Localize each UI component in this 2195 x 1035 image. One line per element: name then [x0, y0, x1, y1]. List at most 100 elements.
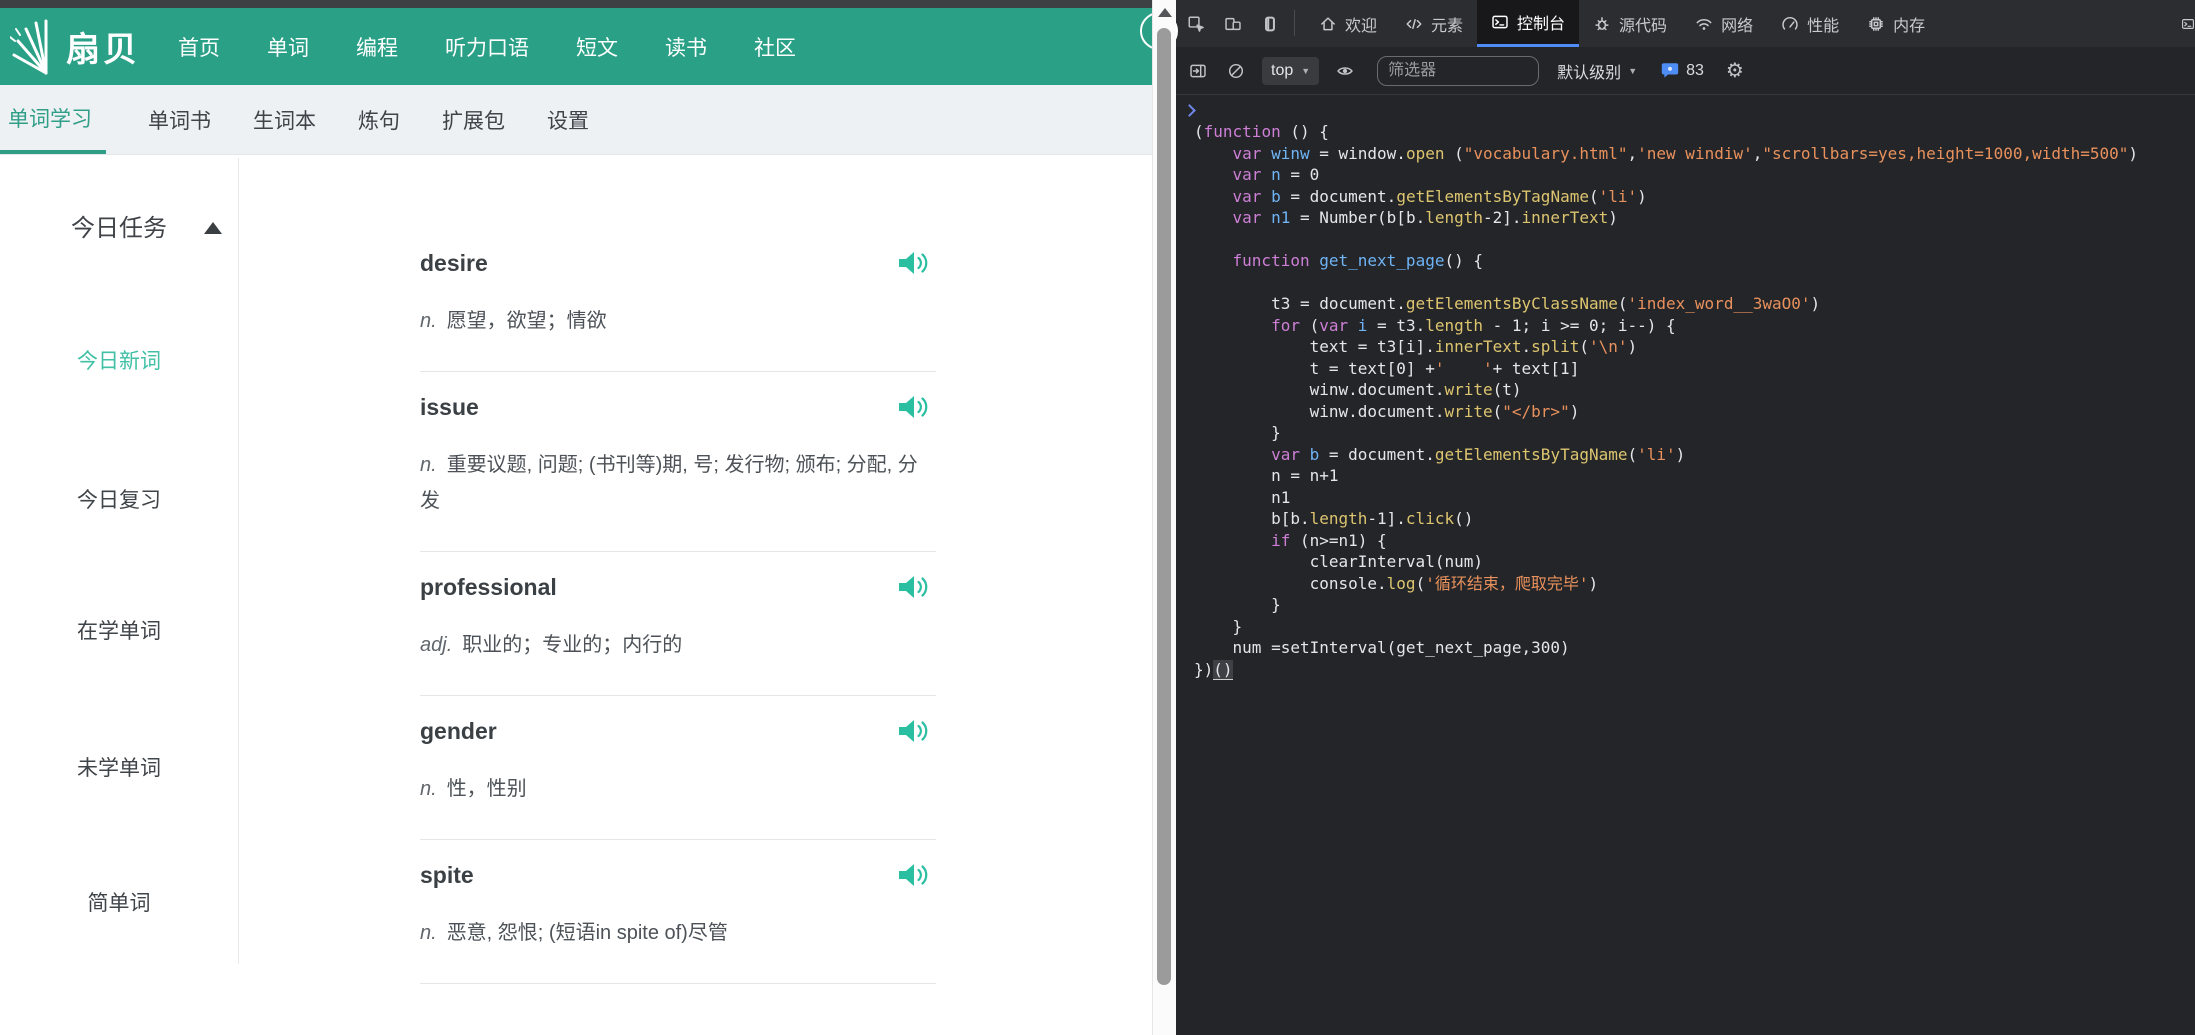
- word-row: professional adj. 职业的；专业的；内行的: [420, 552, 936, 696]
- word-pos: n.: [420, 310, 437, 332]
- sidebar-title-text: 今日任务: [71, 215, 167, 242]
- settings-gear-icon[interactable]: ⚙: [1726, 58, 1744, 83]
- inspect-icon[interactable]: [1184, 12, 1208, 36]
- word-row: issue n. 重要议题, 问题; (书刊等)期, 号; 发行物; 颁布; 分配,…: [420, 372, 936, 552]
- word-definition: 重要议题, 问题; (书刊等)期, 号; 发行物; 颁布; 分配, 分发: [420, 454, 918, 512]
- console-code-line: })(): [1194, 659, 1233, 680]
- sidebar-item[interactable]: 今日复习: [0, 484, 238, 514]
- message-count: 83: [1686, 61, 1704, 79]
- console-filter-input[interactable]: [1377, 55, 1540, 86]
- speaker-icon[interactable]: [897, 574, 930, 605]
- word-row: spite n. 恶意, 怨恨; (短语in spite of)尽管: [420, 840, 936, 984]
- console-code-line: var winw = window.open ("vocabulary.html…: [1232, 143, 2139, 163]
- console-code-line: (function () {: [1194, 122, 1329, 141]
- console-code-line: num =setInterval(get_next_page,300): [1194, 638, 1570, 657]
- devtools-tab-sources[interactable]: 源代码: [1579, 0, 1681, 47]
- word-row: desire n. 愿望，欲望；情欲: [420, 250, 936, 372]
- main-nav: 扇贝 首页 单词 编程 听力口语 短文 读书 社区: [0, 8, 1178, 85]
- word-definition: 愿望，欲望；情欲: [446, 310, 607, 332]
- speaker-icon[interactable]: [897, 862, 930, 893]
- console-code-line: }: [1194, 616, 1243, 636]
- console-code-line: n1: [1194, 487, 1291, 507]
- sub-nav-item[interactable]: 扩展包: [442, 85, 505, 154]
- console-code-line: console.log('循环结束，爬取完毕'): [1194, 573, 1599, 593]
- screencast-icon[interactable]: [1258, 12, 1282, 36]
- context-selector[interactable]: top ▼: [1262, 56, 1320, 85]
- word-row: gender n. 性，性别: [420, 696, 936, 840]
- main-nav-item[interactable]: 短文: [576, 32, 618, 62]
- devtools-tab-elements[interactable]: 元素: [1391, 0, 1477, 47]
- console-icon: [1491, 13, 1509, 31]
- network-icon: [1695, 15, 1713, 33]
- devices-icon[interactable]: [1221, 12, 1245, 36]
- log-level-selector[interactable]: 默认级别 ▼: [1557, 59, 1637, 83]
- main-nav-item[interactable]: 单词: [267, 32, 309, 62]
- sidebar-item[interactable]: 简单词: [0, 887, 238, 917]
- toolbar-separator: [1294, 10, 1295, 36]
- caret-up-icon[interactable]: [204, 222, 222, 234]
- console-code-line: winw.document.write(t): [1194, 380, 1522, 399]
- sub-nav-item[interactable]: 单词学习: [0, 85, 106, 154]
- sidebar-item[interactable]: 今日新词: [0, 345, 238, 375]
- scroll-up-arrow-icon[interactable]: [1158, 8, 1172, 17]
- main-nav-item[interactable]: 首页: [178, 32, 220, 62]
- console-toolbar: top ▼ 默认级别 ▼ 83 ⚙: [1176, 47, 2195, 95]
- tab-label: 性能: [1807, 17, 1840, 35]
- word-text: professional: [420, 574, 557, 600]
- devtools-panel: 欢迎 元素 控制台 源代码 网络 性能 内存 top ▼ 默认级别 ▼ 83 ⚙ (func…: [1176, 0, 2195, 1035]
- main-nav-item[interactable]: 社区: [754, 32, 796, 62]
- word-definition: 性，性别: [446, 778, 527, 800]
- speaker-icon[interactable]: [897, 718, 930, 749]
- devtools-left-icons: [1184, 0, 1282, 47]
- context-value: top: [1271, 61, 1294, 79]
- prompt-chevron-icon: [1183, 104, 1196, 117]
- sub-nav-item[interactable]: 生词本: [253, 85, 316, 154]
- sidebar-item[interactable]: 在学单词: [0, 615, 238, 645]
- screenshot-root: 扇贝 首页 单词 编程 听力口语 短文 读书 社区 单词学习 单词书 生词本 炼句 扩展包 设置 今日…: [0, 0, 2195, 1035]
- tab-label: 源代码: [1619, 17, 1668, 35]
- messages-bubble-icon[interactable]: [1661, 62, 1679, 79]
- devtools-tab-performance[interactable]: 性能: [1767, 0, 1853, 47]
- console-output: (function () { var winw = window.open ("…: [1176, 95, 2195, 1035]
- live-expression-eye-icon[interactable]: [1333, 59, 1357, 83]
- devtools-tabbar: 欢迎 元素 控制台 源代码 网络 性能 内存: [1176, 0, 2195, 47]
- speaker-icon[interactable]: [897, 394, 930, 425]
- tab-label: 元素: [1431, 17, 1464, 35]
- browser-edge-strip: [0, 0, 1152, 8]
- word-text: spite: [420, 862, 474, 888]
- console-code-line: b[b.length-1].click(): [1194, 509, 1474, 528]
- sub-nav: 单词学习 单词书 生词本 炼句 扩展包 设置: [0, 85, 1152, 155]
- console-code-line: [1194, 229, 2138, 251]
- sub-nav-item[interactable]: 设置: [547, 85, 589, 154]
- console-code-line: var b = document.getElementsByTagName('l…: [1232, 186, 1647, 206]
- scrollbar-thumb[interactable]: [1157, 28, 1171, 985]
- main-nav-item[interactable]: 读书: [665, 32, 707, 62]
- devtools-tab-console[interactable]: 控制台: [1477, 0, 1580, 47]
- tab-label: 控制台: [1517, 16, 1566, 33]
- brand-name: 扇贝: [66, 31, 140, 69]
- main-nav-item[interactable]: 编程: [356, 32, 398, 62]
- devtools-tab-home[interactable]: 欢迎: [1305, 0, 1391, 47]
- main-nav-item[interactable]: 听力口语: [445, 32, 529, 62]
- console-code-line: winw.document.write("</br>"): [1194, 401, 1580, 421]
- brand-link[interactable]: 扇贝: [10, 19, 140, 75]
- console-sidebar-toggle-icon[interactable]: [1186, 59, 1210, 83]
- word-pos: n.: [420, 778, 437, 800]
- speaker-icon[interactable]: [897, 250, 930, 281]
- shanbay-page: 扇贝 首页 单词 编程 听力口语 短文 读书 社区 单词学习 单词书 生词本 炼句 扩展包 设置 今日…: [0, 0, 1178, 1035]
- clear-console-icon[interactable]: [1224, 59, 1248, 83]
- sub-nav-item[interactable]: 单词书: [148, 85, 211, 154]
- partial-tab-icon[interactable]: [2181, 0, 2195, 47]
- page-scrollbar[interactable]: [1152, 0, 1176, 1035]
- sidebar-divider: [238, 158, 239, 964]
- shanbay-logo-icon: [10, 19, 58, 75]
- sidebar-item[interactable]: 未学单词: [0, 752, 238, 782]
- main-nav-items: 首页 单词 编程 听力口语 短文 读书 社区: [178, 32, 796, 62]
- sub-nav-item[interactable]: 炼句: [358, 85, 400, 154]
- devtools-tab-network[interactable]: 网络: [1681, 0, 1767, 47]
- sidebar-section-title: 今日任务: [0, 208, 238, 243]
- tab-label: 欢迎: [1345, 17, 1378, 35]
- word-pos: n.: [420, 922, 437, 944]
- console-code-line: if (n>=n1) {: [1271, 530, 1387, 550]
- devtools-tab-memory[interactable]: 内存: [1853, 0, 1939, 47]
